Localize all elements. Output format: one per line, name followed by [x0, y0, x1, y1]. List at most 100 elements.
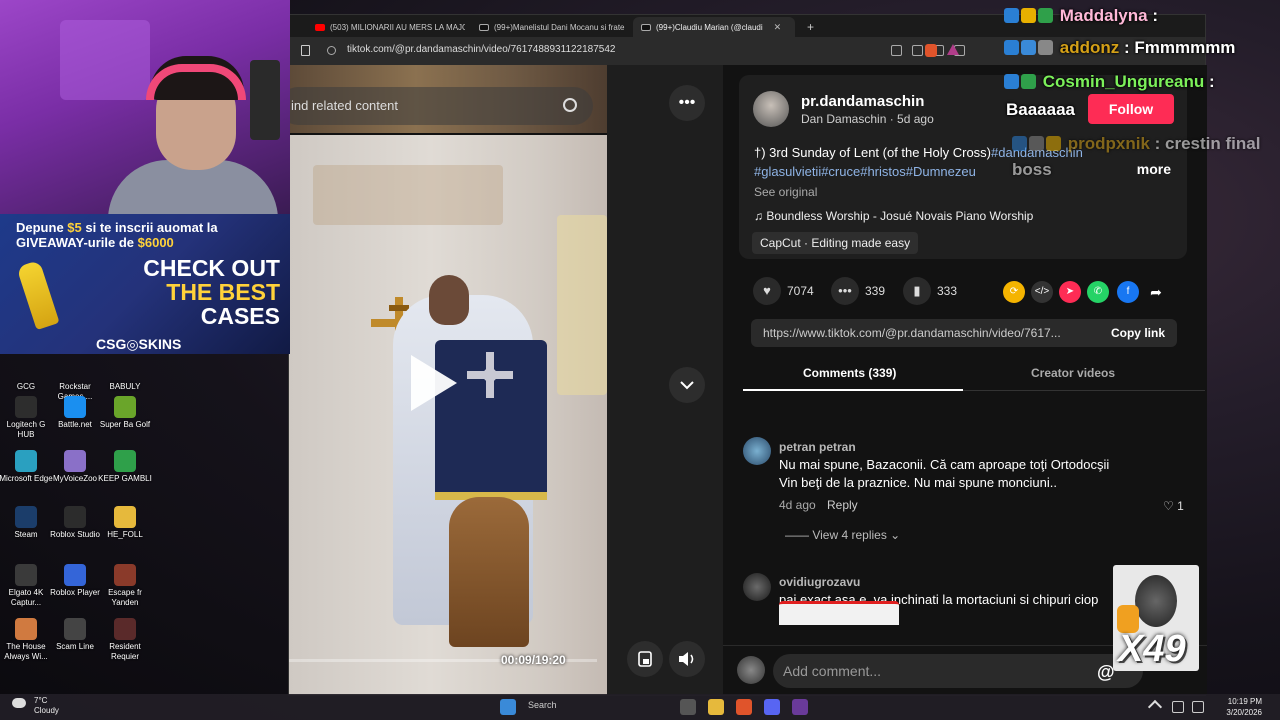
commenter-avatar[interactable]: [743, 437, 771, 465]
post-age: 5d ago: [897, 112, 934, 126]
folder-icon[interactable]: [708, 699, 724, 715]
desktop-icon[interactable]: Scam Line: [47, 618, 103, 652]
video-player[interactable]: ind related content 00:09/19:20: [289, 65, 607, 695]
comment-image[interactable]: [779, 601, 899, 625]
desktop-icon[interactable]: Resident Requier: [97, 618, 153, 662]
emote-multiplier: X49: [1118, 628, 1186, 670]
see-original-link[interactable]: See original: [754, 185, 817, 199]
new-tab-button[interactable]: +: [799, 17, 823, 37]
tab-youtube[interactable]: (503) MILIONARII AU MERS LA MAJO: [307, 17, 465, 37]
desktop-icon[interactable]: Roblox Studio: [47, 506, 103, 540]
comment-icon[interactable]: •••: [831, 277, 859, 305]
desktop-icon[interactable]: Escape fr Yanden: [97, 564, 153, 608]
tab-creator-videos[interactable]: Creator videos: [1031, 366, 1115, 380]
desktop-icon[interactable]: MyVoiceZoo: [47, 450, 103, 484]
add-comment-input[interactable]: Add comment...: [773, 654, 1143, 688]
tab-label: (99+)Claudiu Marian (@claudi: [656, 22, 763, 32]
badge-icon: [1021, 40, 1036, 55]
app-icon: [64, 396, 86, 418]
copy-link-button[interactable]: Copy link: [1111, 326, 1165, 340]
mention-button[interactable]: @: [1097, 662, 1115, 683]
desktop-icon[interactable]: GCG: [0, 358, 54, 392]
desktop-icon-label: KEEP GAMBLI: [98, 474, 152, 483]
like-stat[interactable]: ♥ 7074: [753, 277, 814, 305]
tab-tiktok-claudiu[interactable]: (99+)Claudiu Marian (@claudi ✕: [633, 17, 795, 37]
heart-icon[interactable]: ♥: [753, 277, 781, 305]
brave-icon[interactable]: [736, 699, 752, 715]
desktop-icon[interactable]: HE_FOLL: [97, 506, 153, 540]
task-view-icon[interactable]: [680, 699, 696, 715]
bookmark-icon[interactable]: [301, 45, 310, 56]
embed-icon[interactable]: </>: [1031, 281, 1053, 303]
comment-author[interactable]: petran petran: [779, 440, 856, 454]
comment-like-button[interactable]: ♡ 1: [1163, 499, 1184, 513]
brave-shield-icon[interactable]: [925, 44, 937, 57]
share-arrow-icon[interactable]: ➦: [1145, 281, 1167, 303]
facebook-icon[interactable]: f: [1117, 281, 1139, 303]
creator-username[interactable]: pr.dandamaschin: [801, 93, 924, 110]
replies-dash: ——: [785, 528, 813, 542]
creator-avatar[interactable]: [753, 91, 789, 127]
desktop-icon[interactable]: Roblox Player: [47, 564, 103, 598]
tab-comments[interactable]: Comments (339): [803, 366, 896, 380]
repost-icon[interactable]: ⟳: [1003, 281, 1025, 303]
description-text: †) 3rd Sunday of Lent (of the Holy Cross…: [754, 145, 992, 160]
taskbar-clock[interactable]: 10:19 PM 3/20/2026: [1226, 696, 1262, 718]
weather-widget[interactable]: 7°C Cloudy: [34, 696, 59, 716]
desktop-icon[interactable]: Microsoft Edge: [0, 450, 54, 484]
creator-display-name[interactable]: Dan Damaschin: [801, 112, 886, 126]
badge-icon: [1004, 40, 1019, 55]
follow-button[interactable]: Follow: [1088, 94, 1174, 124]
taskbar-search[interactable]: Search: [528, 700, 557, 710]
commenter-avatar[interactable]: [743, 573, 771, 601]
chevron-up-icon[interactable]: [1147, 699, 1163, 715]
view-replies-label: View 4 replies: [812, 528, 887, 542]
badge-icon: [1004, 74, 1019, 89]
discord-icon[interactable]: [764, 699, 780, 715]
speaker-icon[interactable]: [1172, 701, 1184, 713]
whatsapp-icon[interactable]: ✆: [1087, 281, 1109, 303]
network-icon[interactable]: [1192, 701, 1204, 713]
desktop-icon[interactable]: BABULY: [97, 358, 153, 392]
desktop-icon[interactable]: KEEP GAMBLI: [97, 450, 153, 484]
play-icon[interactable]: [411, 355, 457, 411]
more-options-button[interactable]: •••: [669, 85, 705, 121]
desktop-icon[interactable]: Battle.net: [47, 396, 103, 430]
desktop-icon[interactable]: Steam: [0, 506, 54, 540]
app-icon[interactable]: [792, 699, 808, 715]
next-video-button[interactable]: [669, 367, 705, 403]
windows-start-icon[interactable]: [500, 699, 516, 715]
capcut-badge[interactable]: CapCut · Editing made easy: [752, 232, 919, 254]
desktop-icon[interactable]: Elgato 4K Captur...: [0, 564, 54, 608]
comment-text: Vin beţi de la praznice. Nu mai spune mo…: [779, 475, 1057, 490]
reply-button[interactable]: Reply: [827, 498, 858, 512]
desktop-icon[interactable]: The House Always Wi...: [0, 618, 54, 662]
bookmark-icon[interactable]: ▮: [903, 277, 931, 305]
send-icon[interactable]: ➤: [1059, 281, 1081, 303]
search-input[interactable]: ind related content: [289, 87, 593, 125]
comment-stat[interactable]: ••• 339: [831, 277, 885, 305]
video-link[interactable]: https://www.tiktok.com/@pr.dandamaschin/…: [763, 326, 1061, 340]
comment-author[interactable]: ovidiugrozavu: [779, 575, 860, 589]
view-replies-button[interactable]: —— View 4 replies ⌄: [785, 528, 900, 542]
close-tab-icon[interactable]: ✕: [774, 22, 782, 33]
tab-tiktok-mocanu[interactable]: (99+)Manelistul Dani Mocanu si frate: [471, 17, 627, 37]
search-icon[interactable]: [563, 98, 577, 112]
badge-icon: [1004, 8, 1019, 23]
miniplayer-button[interactable]: [627, 641, 663, 677]
volume-button[interactable]: [669, 641, 705, 677]
microphone: [250, 60, 280, 140]
app-icon: [64, 564, 86, 586]
desktop-icon-label: BABULY: [109, 382, 141, 391]
badge-icon: [1038, 8, 1053, 23]
desktop-icon[interactable]: Logitech G HUB: [0, 396, 54, 440]
save-stat[interactable]: ▮ 333: [903, 277, 957, 305]
brave-rewards-icon[interactable]: [947, 44, 959, 55]
desktop-icon[interactable]: Super Ba Golf: [97, 396, 153, 430]
music-link[interactable]: ♫ Boundless Worship - Josué Novais Piano…: [754, 209, 1033, 223]
more-button[interactable]: more: [1137, 161, 1171, 177]
url-text[interactable]: tiktok.com/@pr.dandamaschin/video/761748…: [347, 44, 616, 55]
site-info-icon[interactable]: [327, 46, 336, 55]
cast-icon[interactable]: [912, 45, 923, 56]
extension-icon[interactable]: [891, 45, 902, 56]
